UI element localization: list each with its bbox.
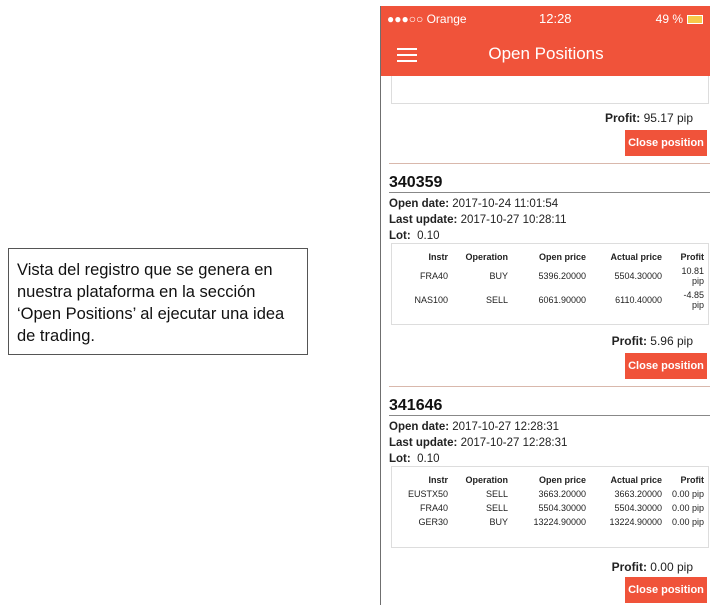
col-actual-price: Actual price — [610, 475, 662, 485]
table-row: FRA40 BUY 5396.20000 5504.30000 10.81 pi… — [392, 264, 708, 288]
position-profit: Profit: 0.00 pip — [612, 560, 693, 574]
cell-profit: 10.81 pip — [681, 266, 704, 286]
position-id-underline — [389, 192, 710, 193]
col-operation: Operation — [465, 252, 508, 262]
cell-instr: EUSTX50 — [407, 489, 448, 499]
cell-operation: BUY — [489, 271, 508, 281]
col-open-price: Open price — [538, 252, 586, 262]
last-update-label: Last update: — [389, 437, 458, 449]
position-id-underline — [389, 415, 710, 416]
battery-icon — [687, 14, 703, 24]
lot-value: 0.10 — [417, 453, 440, 465]
cell-profit: 0.00 pip — [671, 517, 704, 527]
col-actual-price: Actual price — [610, 252, 662, 262]
battery-indicator: 49 % — [656, 12, 703, 26]
profit-value: 0.00 pip — [650, 560, 693, 574]
cell-profit: 0.00 pip — [671, 503, 704, 513]
lot-value: 0.10 — [417, 230, 440, 242]
cell-actual-price: 5504.30000 — [614, 271, 662, 281]
cell-actual-price: 3663.20000 — [614, 489, 662, 499]
open-date-label: Open date: — [389, 198, 450, 210]
col-instr: Instr — [428, 252, 448, 262]
cell-instr: FRA40 — [419, 503, 448, 513]
profit-value: 95.17 pip — [643, 111, 693, 125]
cell-actual-price: 5504.30000 — [614, 503, 662, 513]
lot-label: Lot: — [389, 230, 411, 242]
cell-operation: SELL — [485, 503, 508, 513]
previous-profit: Profit: 95.17 pip — [605, 111, 693, 125]
position-meta: Open date: 2017-10-27 12:28:31 Last upda… — [389, 419, 567, 467]
col-instr: Instr — [428, 475, 448, 485]
close-position-button[interactable]: Close position — [625, 130, 707, 156]
profit-value: 5.96 pip — [650, 334, 693, 348]
cell-open-price: 5504.30000 — [538, 503, 586, 513]
position-id: 341646 — [389, 397, 443, 414]
cell-open-price: 3663.20000 — [538, 489, 586, 499]
cell-operation: BUY — [489, 517, 508, 527]
profit-label: Profit: — [604, 111, 641, 125]
nav-bar: Open Positions — [381, 32, 710, 76]
battery-percent: 49 % — [655, 12, 683, 26]
last-update-value: 2017-10-27 12:28:31 — [460, 437, 568, 449]
cell-operation: SELL — [485, 489, 508, 499]
cell-instr: NAS100 — [414, 295, 448, 305]
lot-label: Lot: — [389, 453, 411, 465]
table-row: FRA40 SELL 5504.30000 5504.30000 0.00 pi… — [392, 501, 708, 515]
col-profit: Profit — [680, 475, 705, 485]
profit-label: Profit: — [611, 560, 647, 574]
phone-screen: ●●●○○ Orange 12:28 49 % Open Positions P… — [380, 6, 710, 605]
divider — [389, 163, 710, 164]
col-operation: Operation — [465, 475, 508, 485]
close-position-button[interactable]: Close position — [625, 353, 707, 379]
status-bar: ●●●○○ Orange 12:28 49 % — [381, 6, 710, 32]
divider — [389, 386, 710, 387]
clock: 12:28 — [539, 11, 572, 26]
cell-open-price: 5396.20000 — [538, 271, 586, 281]
caption-text: Vista del registro que se genera en nues… — [17, 261, 285, 345]
table-header-row: Instr Operation Open price Actual price … — [392, 473, 708, 487]
cell-profit: 0.00 pip — [671, 489, 704, 499]
cell-actual-price: 13224.90000 — [609, 517, 662, 527]
open-date-label: Open date: — [389, 421, 450, 433]
profit-label: Profit: — [611, 334, 647, 348]
instruments-table: Instr Operation Open price Actual price … — [391, 466, 709, 548]
table-row: EUSTX50 SELL 3663.20000 3663.20000 0.00 … — [392, 487, 708, 501]
close-position-button[interactable]: Close position — [625, 577, 707, 603]
cell-open-price: 13224.90000 — [533, 517, 586, 527]
last-update-label: Last update: — [389, 214, 458, 226]
last-update-value: 2017-10-27 10:28:11 — [460, 214, 567, 226]
cell-operation: SELL — [485, 295, 508, 305]
table-row: NAS100 SELL 6061.90000 6110.40000 -4.85 … — [392, 288, 708, 312]
table-row: GER30 BUY 13224.90000 13224.90000 0.00 p… — [392, 515, 708, 529]
position-profit: Profit: 5.96 pip — [612, 334, 693, 348]
cell-actual-price: 6110.40000 — [615, 295, 662, 305]
col-profit: Profit — [680, 252, 705, 262]
open-date-value: 2017-10-27 12:28:31 — [452, 421, 560, 433]
col-open-price: Open price — [538, 475, 586, 485]
position-meta: Open date: 2017-10-24 11:01:54 Last upda… — [389, 196, 567, 244]
table-header-row: Instr Operation Open price Actual price … — [392, 250, 708, 264]
position-id: 340359 — [389, 174, 443, 191]
cell-profit: -4.85 pip — [683, 290, 704, 310]
caption-box: Vista del registro que se genera en nues… — [8, 248, 308, 355]
instruments-table: Instr Operation Open price Actual price … — [391, 243, 709, 325]
cell-instr: FRA40 — [419, 271, 448, 281]
previous-position-table — [391, 76, 709, 104]
page-title: Open Positions — [488, 44, 604, 63]
cell-instr: GER30 — [418, 517, 448, 527]
carrier-label: ●●●○○ Orange — [387, 12, 467, 26]
open-date-value: 2017-10-24 11:01:54 — [452, 198, 559, 210]
cell-open-price: 6061.90000 — [538, 295, 586, 305]
